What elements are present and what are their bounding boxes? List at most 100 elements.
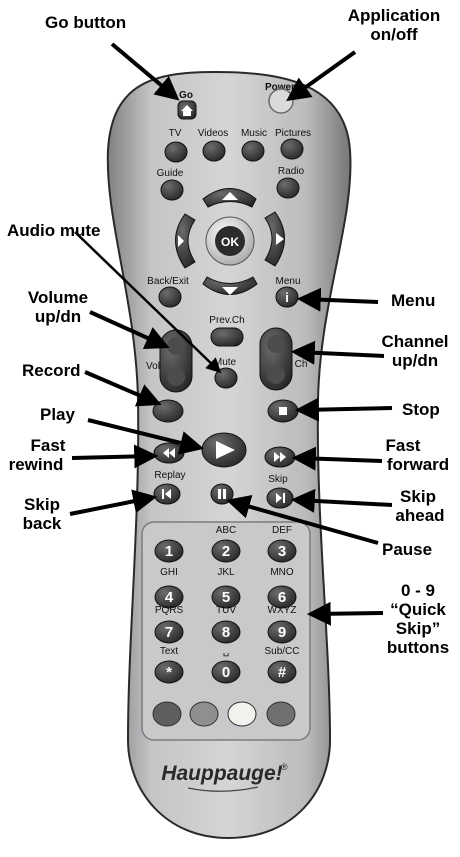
play-button[interactable] <box>201 432 247 468</box>
keypad-number-label: 8 <box>222 624 230 641</box>
record-button[interactable] <box>152 399 184 423</box>
rewind-button[interactable] <box>153 442 185 464</box>
keypad-button[interactable]: 1 <box>154 539 184 563</box>
keypad-button[interactable]: 7 <box>154 620 184 644</box>
keypad-letters-label: GHI <box>160 567 178 578</box>
mute-label: Mute <box>214 357 237 368</box>
radio-button[interactable] <box>276 177 300 199</box>
callout-fast-forward-line1: Fast <box>386 436 421 455</box>
arrow-stop <box>294 397 393 422</box>
music-button[interactable] <box>241 140 265 162</box>
keypad-number-label: 5 <box>222 589 230 606</box>
mute-button[interactable] <box>214 367 238 389</box>
videos-button[interactable] <box>202 140 226 162</box>
stop-button[interactable] <box>267 399 299 423</box>
callout-channel-line1: Channel <box>381 332 448 351</box>
keypad-button[interactable]: # <box>267 660 297 684</box>
power-button[interactable] <box>268 88 294 114</box>
remote-control-diagram: Go Power TV Videos Music Pictures Guide … <box>7 6 449 840</box>
registered-mark: ® <box>281 762 288 772</box>
info-icon: i <box>285 290 289 305</box>
ok-button[interactable]: OK <box>205 216 255 266</box>
keypad-button[interactable]: 3 <box>267 539 297 563</box>
callout-fast-rewind-line1: Fast <box>31 436 66 455</box>
callout-volume-line2: up/dn <box>35 307 81 326</box>
keypad-button[interactable]: 9 <box>267 620 297 644</box>
keypad-button[interactable]: * <box>154 660 184 684</box>
callout-volume-line1: Volume <box>28 288 88 307</box>
pause-button[interactable] <box>210 483 234 505</box>
keypad-letters-label: MNO <box>270 567 294 578</box>
tv-label: TV <box>169 128 182 139</box>
callout-channel-line2: up/dn <box>392 351 438 370</box>
ok-label: OK <box>221 235 239 249</box>
keypad-button[interactable]: 0 <box>211 660 241 684</box>
pictures-button[interactable] <box>280 138 304 160</box>
keypad-letters-label: ABC <box>216 525 237 536</box>
tv-button[interactable] <box>164 141 188 163</box>
keypad-letters-label: DEF <box>272 525 292 536</box>
callout-go-button: Go button <box>45 13 126 32</box>
keypad-number-label: # <box>278 664 287 681</box>
callout-menu: Menu <box>391 291 435 310</box>
keypad-number-label: 7 <box>165 624 173 641</box>
back-exit-button[interactable] <box>158 286 182 308</box>
callout-quick-skip-line4: buttons <box>387 638 449 657</box>
color-button-3[interactable] <box>227 701 257 727</box>
keypad-number-label: 0 <box>222 664 230 681</box>
prev-ch-button[interactable] <box>210 327 244 347</box>
keypad-letters-label: Text <box>160 646 179 657</box>
go-label: Go <box>179 90 193 101</box>
callout-skip-back-line2: back <box>23 514 62 533</box>
radio-label: Radio <box>278 166 305 177</box>
callout-quick-skip-line1: 0 - 9 <box>401 581 435 600</box>
arrow-fast-rewind <box>71 444 159 469</box>
keypad-letters-label: WXYZ <box>268 605 297 616</box>
callout-application-line1: Application <box>348 6 441 25</box>
pictures-label: Pictures <box>275 128 311 139</box>
prev-ch-label: Prev.Ch <box>209 315 244 326</box>
callout-stop: Stop <box>402 400 440 419</box>
keypad-number-label: 4 <box>165 589 174 606</box>
channel-rocker[interactable] <box>259 327 293 391</box>
callout-skip-back-line1: Skip <box>24 495 60 514</box>
menu-button[interactable]: i <box>275 286 299 308</box>
keypad-letters-label: TUV <box>216 605 236 616</box>
skip-back-button[interactable] <box>153 483 181 505</box>
guide-label: Guide <box>157 168 184 179</box>
keypad-letters-label: PQRS <box>155 605 184 616</box>
menu-label: Menu <box>275 276 300 287</box>
callout-quick-skip-line3: Skip” <box>396 619 440 638</box>
callout-pause: Pause <box>382 540 432 559</box>
keypad-button[interactable]: 8 <box>211 620 241 644</box>
keypad-number-label: 9 <box>278 624 286 641</box>
keypad-letters-label: ␣ <box>223 646 229 657</box>
music-label: Music <box>241 128 267 139</box>
replay-label: Replay <box>154 470 185 481</box>
fast-forward-button[interactable] <box>264 446 296 468</box>
callout-fast-forward-line2: forward <box>387 455 449 474</box>
keypad-button[interactable]: 2 <box>211 539 241 563</box>
keypad-letters-label: Sub/CC <box>264 646 299 657</box>
go-button[interactable] <box>177 100 197 120</box>
callout-quick-skip-line2: “Quick <box>390 600 446 619</box>
arrow-quick-skip <box>306 601 384 626</box>
keypad-number-label: * <box>166 664 172 681</box>
callout-skip-ahead-line1: Skip <box>400 487 436 506</box>
callout-fast-rewind-line2: rewind <box>9 455 64 474</box>
keypad-number-label: 3 <box>278 543 286 560</box>
arrow-application-onoff <box>286 50 357 102</box>
ch-label: Ch <box>295 359 308 370</box>
color-button-4[interactable] <box>266 701 296 727</box>
callout-audio-mute: Audio mute <box>7 221 101 240</box>
color-button-1[interactable] <box>152 701 182 727</box>
callout-application-line2: on/off <box>370 25 418 44</box>
videos-label: Videos <box>198 128 228 139</box>
color-button-2[interactable] <box>189 701 219 727</box>
guide-button[interactable] <box>160 179 184 201</box>
back-exit-label: Back/Exit <box>147 276 189 287</box>
callout-record: Record <box>22 361 81 380</box>
skip-ahead-button[interactable] <box>266 487 294 509</box>
keypad-number-label: 2 <box>222 543 230 560</box>
stop-icon <box>279 407 287 415</box>
